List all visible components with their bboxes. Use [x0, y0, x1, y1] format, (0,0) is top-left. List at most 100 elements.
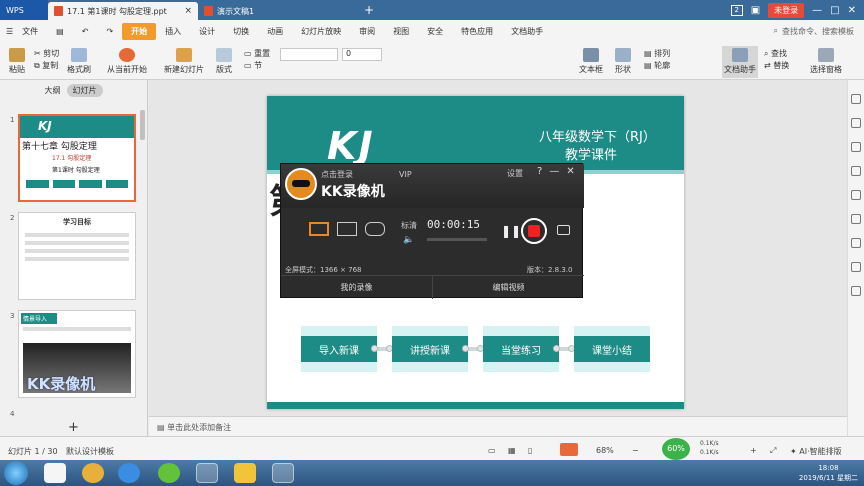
slide-thumb-2[interactable]: 学习目标 — [18, 212, 136, 300]
menu-insert[interactable]: 插入 — [156, 26, 190, 37]
redo-icon[interactable]: ↷ — [97, 27, 122, 36]
outline-button[interactable]: ▤ 轮廓 — [644, 60, 670, 72]
skin-icon[interactable]: ▣ — [751, 5, 760, 16]
menu-file[interactable]: 文件 — [13, 26, 47, 37]
right-tool-icon[interactable] — [851, 286, 861, 296]
folder-icon[interactable] — [234, 463, 256, 483]
menu-slideshow[interactable]: 幻灯片放映 — [292, 26, 350, 37]
menu-home[interactable]: 开始 — [122, 22, 157, 40]
section-button[interactable]: ▭ 节 — [244, 60, 270, 72]
hamburger-icon[interactable]: ☰ — [6, 27, 13, 36]
minimize-icon[interactable]: — — [812, 5, 822, 16]
right-tool-icon[interactable] — [851, 214, 861, 224]
select-pane-button[interactable]: 选择窗格 — [806, 48, 846, 75]
design-template[interactable]: 默认设计模板 — [66, 446, 114, 457]
system-clock[interactable]: 18:08 2019/6/11 星期二 — [799, 463, 858, 483]
font-name-select[interactable] — [280, 48, 338, 61]
right-tool-icon[interactable] — [851, 238, 861, 248]
kk-minimize-icon[interactable]: — — [549, 166, 559, 177]
replace-button[interactable]: ⇄ 替换 — [764, 60, 789, 72]
close-window-icon[interactable]: ✕ — [848, 5, 856, 16]
app-icon[interactable] — [82, 463, 104, 483]
close-tab-icon[interactable]: × — [184, 6, 192, 16]
maximize-icon[interactable]: □ — [830, 5, 839, 16]
menu-review[interactable]: 审阅 — [350, 26, 384, 37]
pane-scrollbar[interactable] — [140, 110, 145, 140]
wps-logo[interactable]: WPS — [0, 0, 48, 20]
tab-outline[interactable]: 大纲 — [45, 85, 61, 96]
tab-document[interactable]: 17.1 第1课时 勾股定理.ppt × — [48, 2, 198, 20]
menu-design[interactable]: 设计 — [190, 26, 224, 37]
kk-volume-slider[interactable] — [427, 238, 487, 241]
kk-settings-link[interactable]: 设置 — [507, 168, 523, 179]
kk-login-link[interactable]: 点击登录 — [321, 169, 353, 180]
kk-camera-icon[interactable] — [557, 225, 570, 235]
kk-close-icon[interactable]: ✕ — [566, 166, 574, 177]
format-painter-button[interactable]: 格式刷 — [64, 48, 94, 75]
right-tool-icon[interactable] — [851, 262, 861, 272]
add-slide-icon[interactable]: + — [68, 420, 79, 435]
reset-button[interactable]: ▭ 重置 — [244, 48, 270, 60]
login-button[interactable]: 未登录 — [768, 2, 805, 18]
zoom-level[interactable]: 68% — [596, 446, 614, 455]
start-button[interactable] — [4, 461, 28, 485]
kk-avatar[interactable] — [285, 168, 317, 200]
screen-mode-icon[interactable] — [309, 222, 329, 236]
slide-thumb-1[interactable]: KJ 第十七章 勾股定理 17.1 勾股定理 第1课时 勾股定理 — [18, 114, 136, 202]
command-search[interactable]: ⌕ 查找命令、搜索模板 — [774, 26, 854, 37]
kk-help-icon[interactable]: ? — [537, 166, 542, 177]
menu-transition[interactable]: 切换 — [224, 26, 258, 37]
sorter-view-icon[interactable]: ▦ — [508, 446, 516, 455]
arrange-button[interactable]: ▤ 排列 — [644, 48, 670, 60]
right-tool-icon[interactable] — [851, 118, 861, 128]
right-tool-icon[interactable] — [851, 166, 861, 176]
zoom-in-icon[interactable]: + — [750, 446, 757, 455]
menu-doc-helper[interactable]: 文档助手 — [502, 26, 552, 37]
undo-icon[interactable]: ↶ — [73, 27, 98, 36]
new-slide-button[interactable]: 新建幻灯片 — [162, 48, 206, 75]
zoom-out-icon[interactable]: − — [632, 446, 639, 455]
kk-stop-button[interactable] — [521, 218, 547, 244]
doc-helper-button[interactable]: 文档助手 — [722, 46, 758, 78]
kk-recorder-taskbar-icon[interactable] — [196, 463, 218, 483]
kk-vip-link[interactable]: VIP — [399, 170, 412, 179]
browser-icon[interactable] — [158, 463, 180, 483]
new-tab-icon[interactable]: + — [364, 3, 374, 17]
paste-button[interactable]: 粘贴 — [6, 48, 28, 75]
play-from-current-button[interactable]: 从当前开始 — [104, 48, 150, 75]
edit-video-button[interactable]: 编辑视频 — [432, 275, 584, 299]
kk-volume-icon[interactable]: 🔈 — [403, 235, 414, 245]
tab-slides[interactable]: 幻灯片 — [66, 83, 103, 97]
kk-pause-icon[interactable]: ❚❚ — [501, 224, 521, 238]
reading-view-icon[interactable]: ▯ — [528, 446, 532, 455]
notes-area[interactable]: ▤ 单击此处添加备注 — [149, 416, 847, 436]
tab-presentation1[interactable]: 演示文稿1 — [198, 2, 358, 20]
cut-button[interactable]: ✂ 剪切 — [34, 48, 59, 60]
wps-taskbar-icon[interactable] — [272, 463, 294, 483]
right-tool-icon[interactable] — [851, 94, 861, 104]
menu-security[interactable]: 安全 — [418, 26, 452, 37]
region-mode-icon[interactable] — [337, 222, 357, 236]
find-button[interactable]: ⌕ 查找 — [764, 48, 789, 60]
fit-window-icon[interactable]: ⤢ — [770, 446, 776, 456]
tab-count-badge[interactable]: 2 — [730, 4, 743, 16]
right-tool-icon[interactable] — [851, 190, 861, 200]
my-recordings-button[interactable]: 我的录像 — [281, 275, 432, 299]
explorer-icon[interactable] — [44, 463, 66, 483]
menu-view[interactable]: 视图 — [384, 26, 418, 37]
menu-animation[interactable]: 动画 — [258, 26, 292, 37]
copy-button[interactable]: ⧉ 复制 — [34, 60, 59, 72]
ie-icon[interactable] — [118, 463, 140, 483]
layout-button[interactable]: 版式 — [212, 48, 236, 75]
font-size-select[interactable]: 0 — [342, 48, 382, 61]
gamepad-icon[interactable] — [365, 222, 385, 236]
ai-layout-button[interactable]: ✦ AI·智能排版 — [790, 446, 842, 457]
slide-thumb-3[interactable]: 情景导入 KK录像机 — [18, 310, 136, 398]
normal-view-icon[interactable]: ▭ — [488, 446, 496, 455]
kk-quality[interactable]: 标清 — [401, 220, 417, 231]
textbox-button[interactable]: 文本框 — [576, 48, 606, 75]
save-icon[interactable]: ▤ — [47, 27, 73, 36]
slideshow-play-button[interactable] — [560, 443, 578, 456]
menu-special[interactable]: 特色应用 — [452, 26, 502, 37]
right-tool-icon[interactable] — [851, 142, 861, 152]
